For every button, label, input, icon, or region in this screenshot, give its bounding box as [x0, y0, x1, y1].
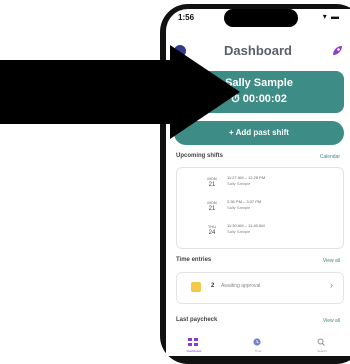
status-time: 1:56 [178, 13, 195, 22]
shift-item[interactable]: THU 24 11:30 AM – 11:46 AM Sally Sample [177, 222, 343, 240]
elapsed-timer: ⏱ 00:00:02 [231, 93, 287, 105]
shift-time: 11:27 AM – 12:28 PM [227, 175, 266, 180]
awaiting-count: 2 [211, 283, 215, 289]
shift-day: MON [207, 176, 217, 181]
bottom-tab-bar: Dashboard Time Search [166, 335, 350, 356]
shift-person: Sally Sample [227, 205, 251, 210]
status-bar: 1:56 ▾ ▬ [166, 9, 350, 33]
shift-time: 11:30 AM – 11:46 AM [227, 223, 265, 228]
shift-day: MON [207, 200, 217, 205]
tab-label: Time [254, 349, 262, 353]
tab-label: Search [317, 349, 327, 353]
app-screen: 1:56 ▾ ▬ Dashboard Sally Sample ⏱ 00:00:… [166, 9, 350, 356]
shift-time: 2:36 PM – 3:37 PM [227, 199, 262, 204]
tab-search[interactable]: Search [302, 337, 342, 355]
time-entries-view-all-link[interactable]: View all [323, 258, 340, 264]
signal-battery-icon: ▾ ▬ [322, 12, 340, 21]
clock-icon [253, 338, 261, 346]
shift-day: THU [207, 224, 217, 229]
shift-person: Sally Sample [227, 229, 251, 234]
add-past-shift-button[interactable]: + Add past shift [174, 121, 344, 145]
shift-date: 21 [208, 206, 216, 212]
upcoming-shifts-heading: Upcoming shifts [176, 153, 224, 159]
last-paycheck-heading: Last paycheck [176, 317, 218, 323]
shift-date: 21 [208, 182, 216, 188]
upcoming-shifts-list: MON 21 11:27 AM – 12:28 PM Sally Sample … [176, 167, 344, 249]
calendar-link[interactable]: Calendar [320, 154, 340, 160]
time-entries-heading: Time entries [176, 257, 212, 263]
tab-label: Dashboard [186, 349, 202, 353]
shift-item[interactable]: MON 21 11:27 AM – 12:28 PM Sally Sample [177, 174, 343, 192]
search-icon [317, 338, 325, 346]
awaiting-label: Awaiting approval [221, 283, 261, 289]
page-title: Dashboard [224, 43, 292, 58]
clock-in-card[interactable]: Sally Sample ⏱ 00:00:02 [174, 71, 344, 113]
tab-dashboard[interactable]: Dashboard [174, 337, 214, 355]
dynamic-island [224, 9, 298, 27]
app-header: Dashboard [166, 39, 350, 63]
grid-icon [188, 338, 198, 346]
shift-person: Sally Sample [227, 181, 251, 186]
awaiting-approval-row[interactable]: 2 Awaiting approval › [176, 272, 344, 304]
chevron-right-icon: › [330, 280, 333, 290]
rocket-icon[interactable] [330, 44, 344, 58]
employee-name: Sally Sample [225, 77, 293, 89]
paycheck-view-all-link[interactable]: View all [323, 318, 340, 324]
tab-time[interactable]: Time [238, 337, 278, 355]
shift-item[interactable]: MON 21 2:36 PM – 3:37 PM Sally Sample [177, 198, 343, 216]
shift-date: 24 [208, 230, 216, 236]
pending-icon [191, 282, 201, 292]
